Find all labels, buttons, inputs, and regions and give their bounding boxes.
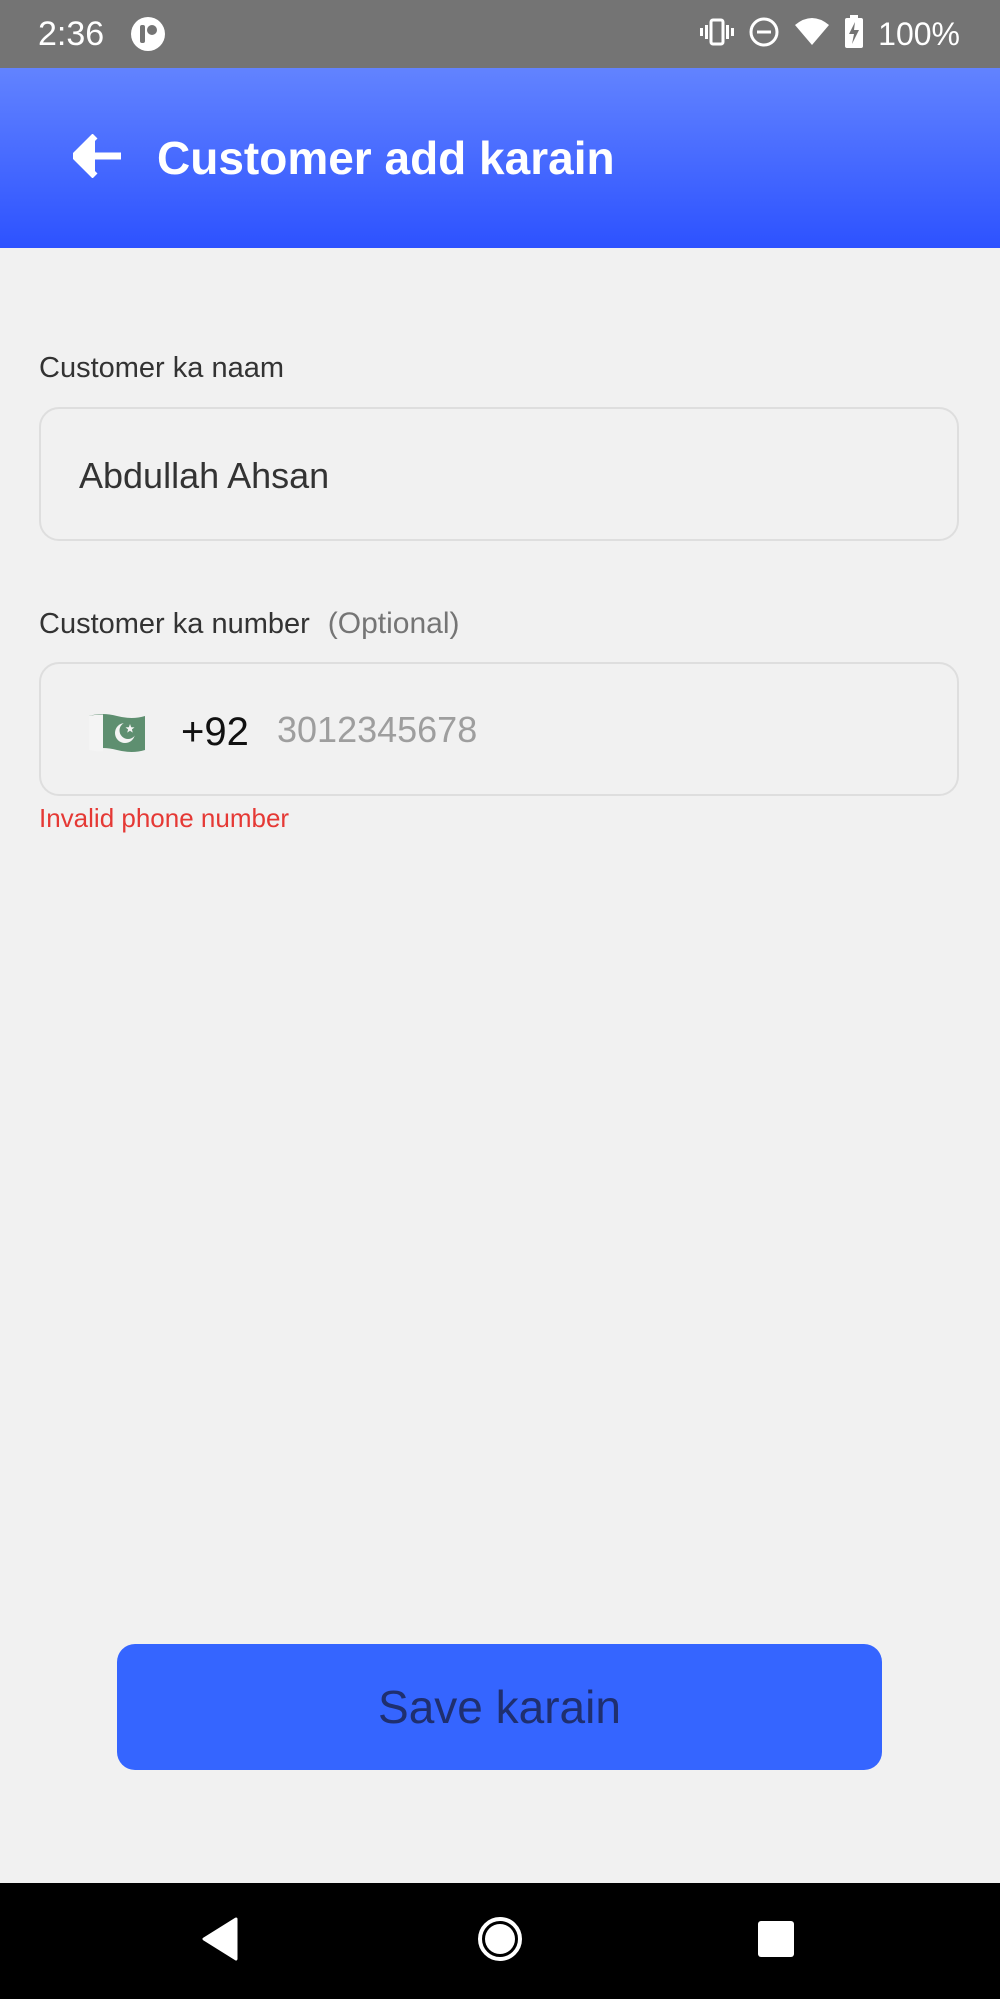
phone-number-input[interactable] <box>277 702 917 758</box>
back-button[interactable] <box>64 124 132 192</box>
status-time: 2:36 <box>38 15 105 53</box>
save-button[interactable]: Save karain <box>117 1644 882 1770</box>
customer-name-field[interactable]: Abdullah Ahsan <box>39 407 959 541</box>
vibrate-icon <box>700 17 735 52</box>
customer-name-value: Abdullah Ahsan <box>79 455 330 496</box>
customer-number-label: Customer ka number (Optional) <box>39 606 460 642</box>
nav-recents-button[interactable] <box>746 1911 806 1971</box>
pakistan-flag-icon <box>87 710 147 754</box>
back-triangle-icon <box>200 1917 240 1966</box>
status-icons: 100% <box>700 14 960 54</box>
page-title: Customer add karain <box>157 132 615 184</box>
recents-square-icon <box>756 1919 796 1964</box>
nav-back-button[interactable] <box>190 1911 250 1971</box>
app-notification-icon <box>130 16 166 52</box>
do-not-disturb-icon <box>748 16 780 53</box>
customer-number-label-text: Customer ka number <box>39 608 310 640</box>
status-bar: 2:36 100% <box>0 0 1000 68</box>
home-circle-icon <box>476 1915 524 1968</box>
wifi-icon <box>794 17 830 52</box>
optional-hint: (Optional) <box>327 607 460 640</box>
battery-charging-icon <box>844 14 864 54</box>
battery-percentage: 100% <box>878 16 960 52</box>
customer-name-label: Customer ka naam <box>39 352 284 384</box>
save-button-label: Save karain <box>378 1681 621 1733</box>
app-bar: Customer add karain <box>0 68 1000 248</box>
country-code[interactable]: +92 <box>181 708 249 756</box>
arrow-left-icon <box>70 133 123 183</box>
nav-home-button[interactable] <box>470 1911 530 1971</box>
system-nav-bar <box>0 1883 1000 1999</box>
phone-error-message: Invalid phone number <box>39 803 290 833</box>
customer-number-field[interactable]: +92 <box>39 662 959 796</box>
